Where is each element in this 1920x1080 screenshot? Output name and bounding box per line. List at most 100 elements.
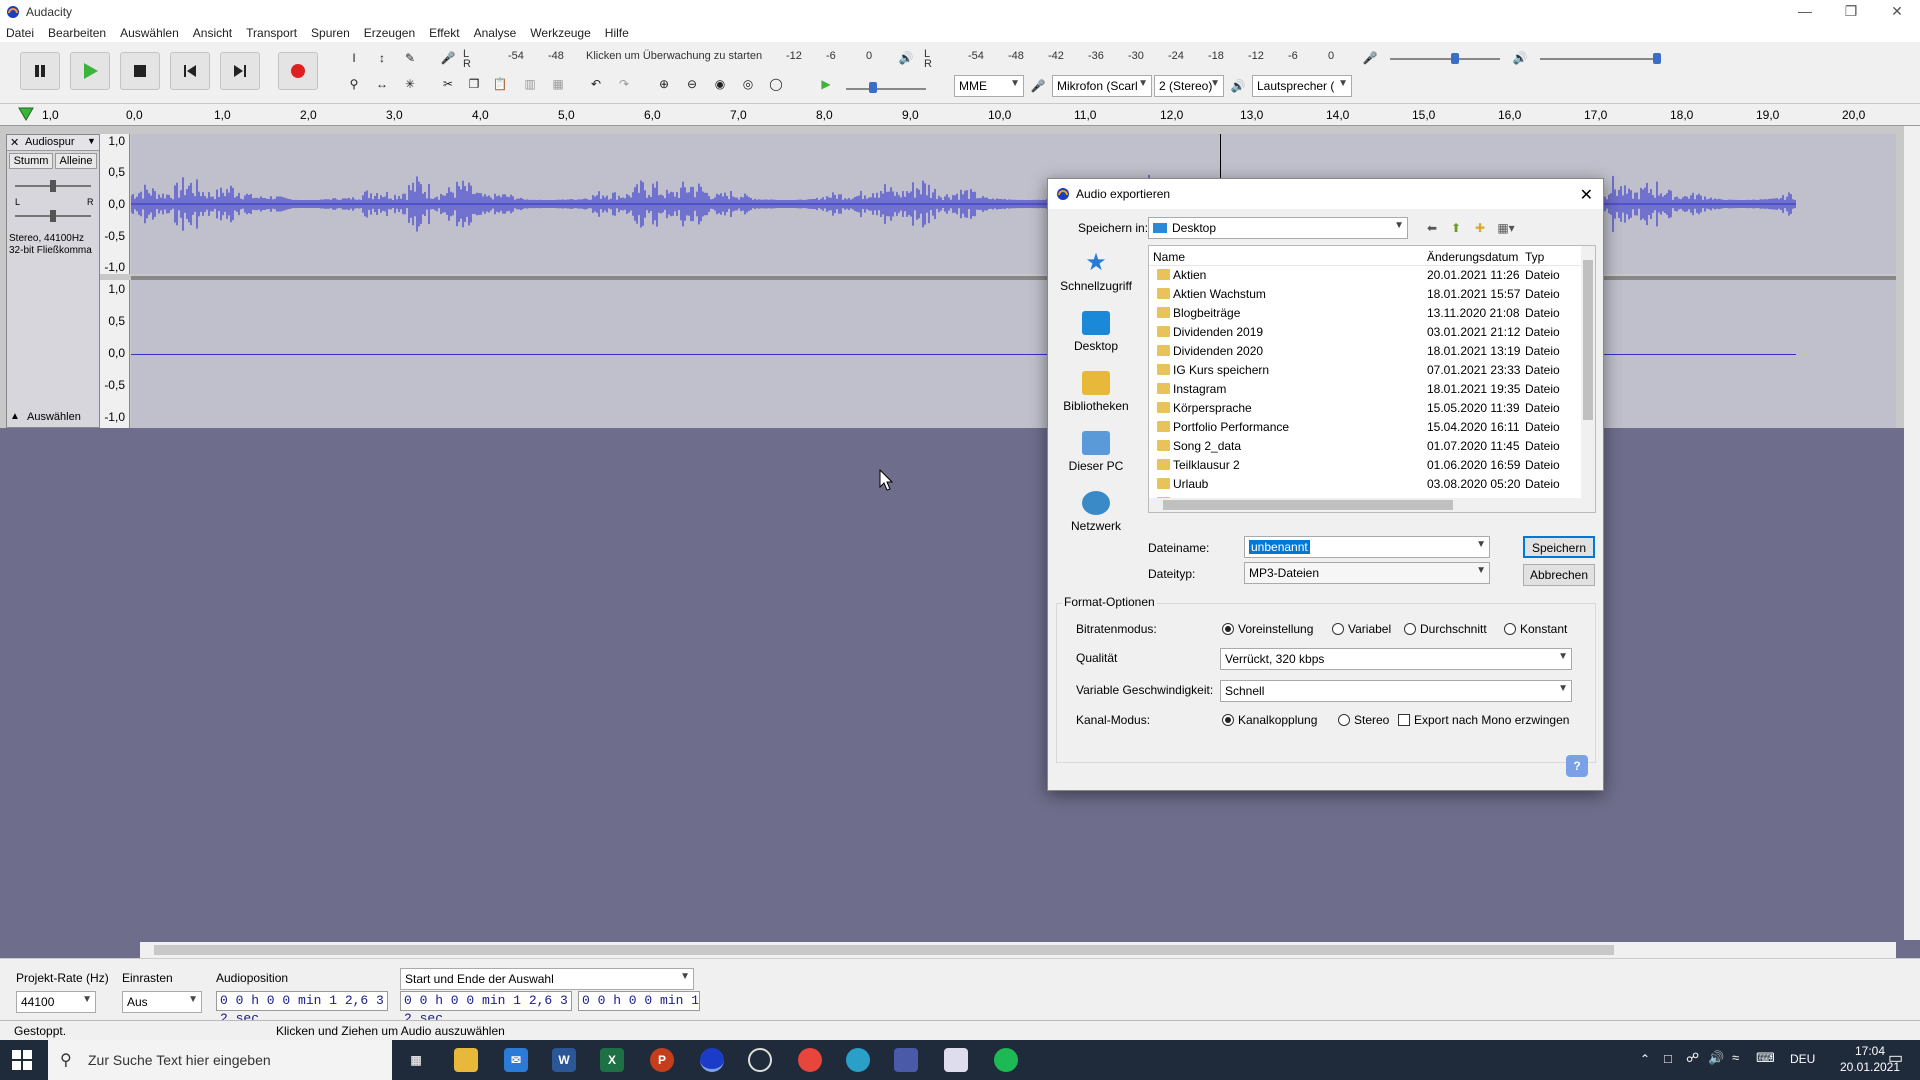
- selection-tool-icon[interactable]: I: [342, 46, 366, 70]
- zoom-tool-icon[interactable]: ⚲: [342, 72, 366, 96]
- file-list-vscroll[interactable]: [1581, 246, 1595, 512]
- play-button[interactable]: [70, 52, 110, 90]
- undo-icon[interactable]: ↶: [584, 72, 608, 96]
- track-name[interactable]: Audiospur: [25, 136, 75, 148]
- pan-slider-thumb[interactable]: [50, 210, 56, 222]
- file-list-item[interactable]: Aktien 20.01.2021 11:26 Dateio: [1149, 266, 1581, 285]
- recording-device-select[interactable]: Mikrofon (Scarl ▼: [1052, 75, 1152, 97]
- powerpoint-icon[interactable]: P: [650, 1048, 674, 1072]
- silence-icon[interactable]: ▦: [546, 72, 570, 96]
- tray-chevron-icon[interactable]: ⌃: [1640, 1052, 1650, 1066]
- close-icon[interactable]: ✕: [1874, 0, 1920, 24]
- cut-icon[interactable]: ✂: [436, 72, 460, 96]
- minimize-icon[interactable]: —: [1782, 0, 1828, 24]
- skip-start-button[interactable]: [170, 52, 210, 90]
- bitrate-preset-radio[interactable]: Voreinstellung: [1222, 622, 1313, 636]
- mic-volume-slider[interactable]: [1390, 58, 1500, 60]
- quality-select[interactable]: Verrückt, 320 kbps ▼: [1220, 648, 1572, 670]
- record-meter-mic-icon[interactable]: 🎤: [436, 46, 460, 70]
- audio-host-select[interactable]: MME ▼: [954, 75, 1024, 97]
- horizontal-scrollbar[interactable]: [140, 942, 1896, 958]
- play-speed-thumb[interactable]: [869, 82, 877, 93]
- notification-icon[interactable]: ▭: [1888, 1048, 1903, 1068]
- tray-wifi-icon[interactable]: ≈: [1732, 1050, 1739, 1065]
- menu-auswaehlen[interactable]: Auswählen: [120, 26, 179, 40]
- menu-spuren[interactable]: Spuren: [311, 26, 350, 40]
- play-at-speed-icon[interactable]: ▶: [814, 72, 838, 96]
- excel-icon[interactable]: X: [600, 1048, 624, 1072]
- audacity-taskbar-icon[interactable]: [700, 1048, 724, 1072]
- file-list-item[interactable]: Teilklausur 2 01.06.2020 16:59 Dateio: [1149, 456, 1581, 475]
- file-list-vscroll-thumb[interactable]: [1583, 260, 1593, 420]
- bitrate-constant-radio[interactable]: Konstant: [1504, 622, 1567, 636]
- fit-selection-icon[interactable]: ◉: [708, 72, 732, 96]
- menu-transport[interactable]: Transport: [246, 26, 297, 40]
- edge-icon[interactable]: [846, 1048, 870, 1072]
- column-type[interactable]: Typ: [1525, 250, 1544, 264]
- paste-icon[interactable]: 📋: [488, 72, 512, 96]
- copy-icon[interactable]: ❐: [462, 72, 486, 96]
- app-icon[interactable]: [894, 1048, 918, 1072]
- word-icon[interactable]: W: [552, 1048, 576, 1072]
- spotify-icon[interactable]: [994, 1048, 1018, 1072]
- file-list-hscroll[interactable]: [1149, 498, 1581, 512]
- notepad-icon[interactable]: [944, 1048, 968, 1072]
- waveform-channel-left[interactable]: [131, 134, 1896, 274]
- menu-werkzeuge[interactable]: Werkzeuge: [530, 26, 590, 40]
- place-network[interactable]: Netzwerk: [1054, 491, 1138, 533]
- file-list-item[interactable]: Instagram 18.01.2021 19:35 Dateio: [1149, 380, 1581, 399]
- skip-end-button[interactable]: [220, 52, 260, 90]
- obs-icon[interactable]: [748, 1048, 772, 1072]
- snap-select[interactable]: Aus ▼: [122, 991, 202, 1013]
- task-view-icon[interactable]: ▦: [404, 1048, 428, 1072]
- selection-end-field[interactable]: 0 0 h 0 0 min 1 2,6 3: [578, 991, 700, 1011]
- file-list-item[interactable]: Song 2_data 01.07.2020 11:45 Dateio: [1149, 437, 1581, 456]
- file-list-item[interactable]: Dividenden 2019 03.01.2021 21:12 Dateio: [1149, 323, 1581, 342]
- back-icon[interactable]: ⬅: [1420, 216, 1444, 240]
- place-desktop[interactable]: Desktop: [1054, 311, 1138, 353]
- channel-joint-radio[interactable]: Kanalkopplung: [1222, 713, 1317, 727]
- speaker-volume-thumb[interactable]: [1653, 53, 1661, 64]
- file-list[interactable]: Name Änderungsdatum Typ Aktien 20.01.2021…: [1148, 245, 1596, 513]
- play-speed-slider[interactable]: [846, 88, 926, 90]
- tray-volume-icon[interactable]: 🔊: [1708, 1050, 1724, 1066]
- trim-icon[interactable]: ▥: [518, 72, 542, 96]
- audio-position-field[interactable]: 0 0 h 0 0 min 1 2,6 3 2 sec: [216, 991, 388, 1026]
- menu-erzeugen[interactable]: Erzeugen: [364, 26, 415, 40]
- menu-ansicht[interactable]: Ansicht: [193, 26, 232, 40]
- filetype-select[interactable]: MP3-Dateien ▼: [1244, 562, 1490, 584]
- force-mono-checkbox[interactable]: Export nach Mono erzwingen: [1398, 713, 1569, 727]
- menu-analyse[interactable]: Analyse: [474, 26, 517, 40]
- track-menu-chevron-icon[interactable]: ▼: [87, 136, 96, 146]
- selection-mode-select[interactable]: Start und Ende der Auswahl ▼: [400, 968, 694, 990]
- stop-button[interactable]: [120, 52, 160, 90]
- envelope-tool-icon[interactable]: ↕: [370, 46, 394, 70]
- bitrate-average-radio[interactable]: Durchschnitt: [1404, 622, 1487, 636]
- file-list-hscroll-thumb[interactable]: [1163, 500, 1453, 510]
- playback-meter-speaker-icon[interactable]: 🔊: [894, 46, 918, 70]
- input-language[interactable]: DEU: [1790, 1052, 1815, 1066]
- bitrate-variable-radio[interactable]: Variabel: [1332, 622, 1391, 636]
- view-menu-icon[interactable]: ▦▾: [1494, 216, 1518, 240]
- project-rate-select[interactable]: 44100 ▼: [16, 991, 96, 1013]
- menu-datei[interactable]: Datei: [6, 26, 34, 40]
- fit-project-icon[interactable]: ◎: [736, 72, 760, 96]
- column-date[interactable]: Änderungsdatum: [1427, 250, 1518, 264]
- zoom-in-icon[interactable]: ⊕: [652, 72, 676, 96]
- taskbar-search-box[interactable]: ⚲ Zur Suche Text hier eingeben: [48, 1040, 392, 1080]
- file-list-item[interactable]: Urlaub 03.08.2020 05:20 Dateio: [1149, 475, 1581, 494]
- file-list-item[interactable]: Blogbeiträge 13.11.2020 21:08 Dateio: [1149, 304, 1581, 323]
- maximize-icon[interactable]: ❐: [1828, 0, 1874, 24]
- file-explorer-icon[interactable]: [454, 1048, 478, 1072]
- zoom-out-icon[interactable]: ⊖: [680, 72, 704, 96]
- selection-start-field[interactable]: 0 0 h 0 0 min 1 2,6 3 2 sec: [400, 991, 572, 1026]
- timeshift-tool-icon[interactable]: ↔: [370, 72, 394, 96]
- mute-button[interactable]: Stumm: [9, 153, 53, 169]
- monitor-hint[interactable]: Klicken um Überwachung zu starten: [586, 50, 762, 62]
- multi-tool-icon[interactable]: ✳: [398, 72, 422, 96]
- record-button[interactable]: [278, 52, 318, 90]
- file-list-item[interactable]: Körpersprache 15.05.2020 11:39 Dateio: [1149, 399, 1581, 418]
- channel-stereo-radio[interactable]: Stereo: [1338, 713, 1389, 727]
- track-close-icon[interactable]: ✕: [10, 136, 19, 149]
- cancel-button[interactable]: Abbrechen: [1523, 564, 1595, 586]
